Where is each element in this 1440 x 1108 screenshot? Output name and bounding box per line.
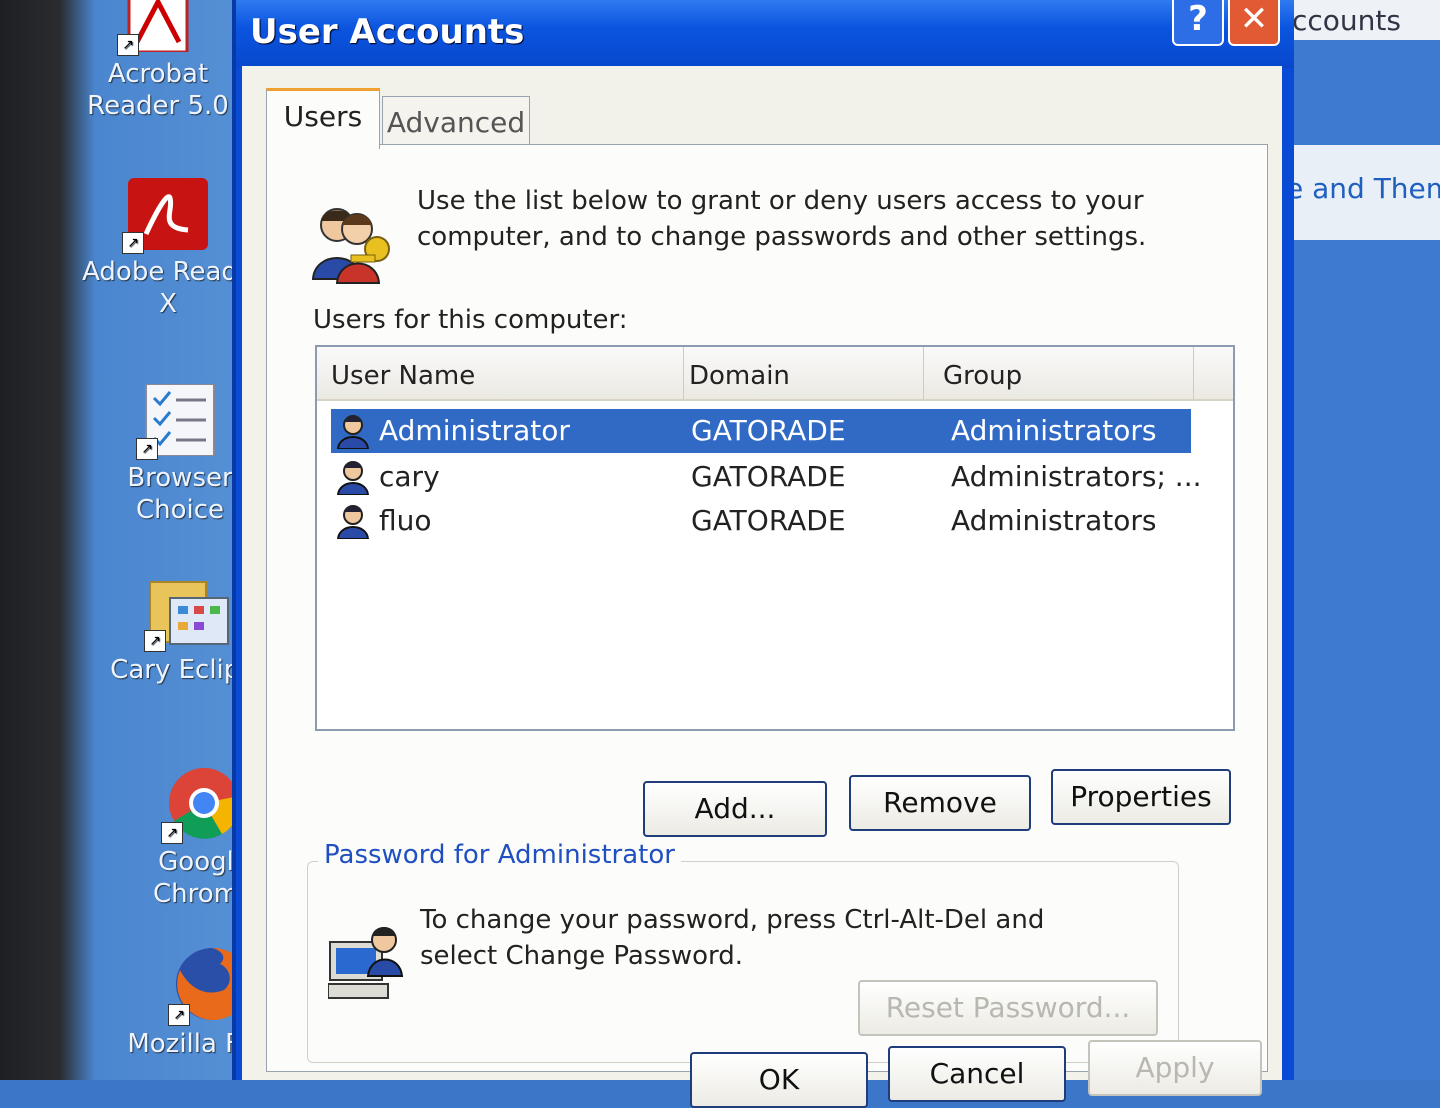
table-row-administrator[interactable]: Administrator GATORADE Administrators (331, 409, 1191, 453)
appearance-themes-link[interactable]: e and Theme (1286, 172, 1440, 205)
shortcut-arrow-icon: ↗ (144, 630, 166, 652)
column-header-group[interactable]: Group (923, 347, 1194, 399)
shortcut-arrow-icon: ↗ (117, 34, 139, 56)
cell-group: Administrators (951, 414, 1157, 447)
user-icon (335, 413, 371, 450)
help-button[interactable]: ? (1172, 0, 1224, 46)
acrobat-reader-icon: ↗ (117, 0, 193, 56)
desktop-icon-label: Browser Choice (127, 463, 233, 525)
column-header-domain[interactable]: Domain (683, 347, 924, 399)
cell-user-name: fluo (379, 504, 432, 537)
background-window-title: ccounts (1292, 4, 1401, 37)
dialog-body: Users Advanced Use the list below to gra… (242, 66, 1282, 1108)
table-row-cary[interactable]: cary GATORADE Administrators; ... (331, 455, 1202, 499)
add-button[interactable]: Add... (643, 781, 827, 837)
users-tab-panel: Use the list below to grant or deny user… (266, 144, 1268, 1072)
shortcut-arrow-icon: ↗ (161, 822, 183, 844)
cell-domain: GATORADE (691, 460, 846, 493)
shortcut-arrow-icon: ↗ (168, 1004, 190, 1026)
tab-advanced[interactable]: Advanced (382, 96, 530, 149)
computer-user-icon (327, 922, 408, 1006)
cell-domain: GATORADE (691, 504, 846, 537)
dialog-title: User Accounts (250, 12, 525, 52)
reset-password-button[interactable]: Reset Password... (858, 980, 1158, 1036)
cell-group: Administrators (951, 504, 1157, 537)
checklist-icon: ↗ (136, 383, 218, 460)
cell-group: Administrators; ... (951, 460, 1202, 493)
user-accounts-dialog: User Accounts ? ✕ Users Advanced Use the… (232, 0, 1294, 1108)
shortcut-arrow-icon: ↗ (136, 438, 158, 460)
remove-button[interactable]: Remove (849, 775, 1031, 831)
cancel-button[interactable]: Cancel (888, 1046, 1066, 1102)
close-button[interactable]: ✕ (1228, 0, 1280, 46)
intro-text: Use the list below to grant or deny user… (417, 186, 1147, 252)
user-icon (335, 459, 371, 496)
tab-users[interactable]: Users (266, 88, 380, 149)
cell-user-name: Administrator (379, 414, 570, 447)
cell-user-name: cary (379, 460, 440, 493)
desktop-icon-label: Adobe Reade X (82, 257, 254, 319)
adobe-reader-icon: ↗ (122, 178, 208, 254)
desktop-icon-label: Acrobat Reader 5.0 (87, 59, 229, 121)
shortcut-arrow-icon: ↗ (122, 232, 144, 254)
chrome-icon: ↗ (161, 766, 241, 844)
background-window: ccounts e and Theme (1282, 0, 1440, 1080)
title-bar[interactable]: User Accounts ? ✕ (236, 0, 1294, 68)
column-header-user-name[interactable]: User Name (317, 347, 684, 399)
password-group-legend: Password for Administrator (318, 840, 681, 870)
users-list[interactable]: User Name Domain Group Administrator GAT… (315, 345, 1235, 731)
users-key-icon (307, 203, 397, 291)
password-group: Password for Administrator To change you… (307, 840, 1179, 1063)
users-list-label: Users for this computer: (313, 305, 628, 335)
folder-app-icon: ↗ (144, 576, 230, 652)
desktop-icon-acrobat-reader-5[interactable]: ↗ Acrobat Reader 5.0 (58, 0, 258, 122)
user-icon (335, 503, 371, 540)
ok-button[interactable]: OK (690, 1052, 868, 1108)
table-row-fluo[interactable]: fluo GATORADE Administrators (331, 499, 1191, 543)
password-instructions: To change your password, press Ctrl-Alt-… (420, 905, 1045, 971)
apply-button[interactable]: Apply (1088, 1040, 1262, 1096)
cell-domain: GATORADE (691, 414, 846, 447)
list-header: User Name Domain Group (317, 347, 1233, 401)
properties-button[interactable]: Properties (1051, 769, 1231, 825)
